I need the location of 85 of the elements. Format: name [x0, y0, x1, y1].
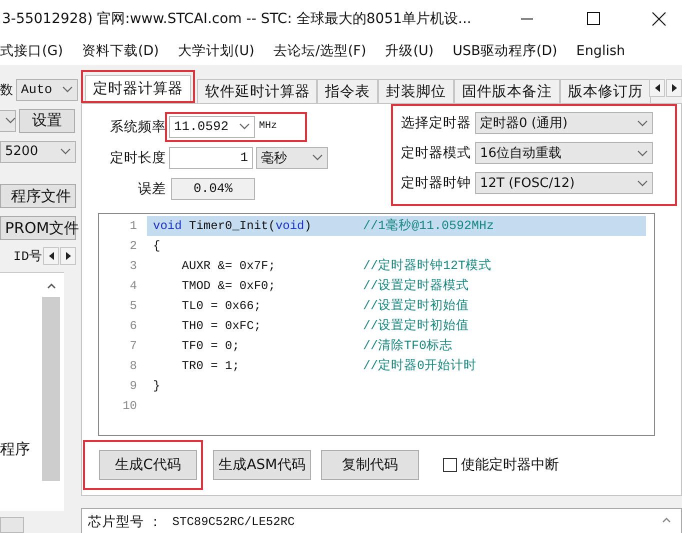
- open-eeprom-button[interactable]: PROM文件: [0, 216, 76, 240]
- tab[interactable]: 指令表: [317, 79, 378, 103]
- menu-item[interactable]: 大学计划(U): [178, 42, 254, 60]
- timer-select[interactable]: 16位自动重载: [475, 142, 653, 164]
- generate-button[interactable]: 复制代码: [321, 450, 419, 480]
- triangle-right-icon: [66, 252, 70, 260]
- checkbox[interactable]: [443, 458, 457, 472]
- field-label: 定时长度: [109, 148, 166, 166]
- triangle-left-icon: [48, 252, 54, 260]
- code-line: }: [152, 378, 162, 395]
- baud-select[interactable]: 5200: [0, 140, 76, 162]
- chevron-down-icon: [312, 154, 323, 161]
- generate-button[interactable]: 生成ASM代码: [213, 450, 311, 480]
- menu-item[interactable]: USB驱动程序(D): [452, 42, 558, 60]
- error-value: 0.04%: [171, 178, 255, 200]
- triangle-right-icon: [672, 84, 676, 92]
- line-number: 5: [128, 298, 138, 313]
- field-label: 系统频率: [109, 118, 166, 136]
- line-number: 4: [128, 278, 138, 293]
- field-label: 定时器时钟: [401, 174, 471, 192]
- line-number: 2: [128, 238, 138, 253]
- unit-select[interactable]: 毫秒: [256, 146, 328, 168]
- tab[interactable]: 固件版本备注: [454, 79, 560, 103]
- line-number: 8: [128, 358, 138, 373]
- field-label: 选择定时器: [401, 114, 471, 132]
- chevron-down-icon: [239, 123, 250, 130]
- chevron-down-icon: [62, 86, 73, 93]
- tab[interactable]: 封装脚位: [378, 79, 454, 103]
- menu-item[interactable]: 资料下载(D): [82, 42, 159, 60]
- field-label: 数: [0, 82, 13, 98]
- chevron-down-icon: [637, 150, 648, 156]
- menu-item[interactable]: English: [576, 43, 626, 59]
- code-line: AUXR &= 0x7F; //定时器时钟12T模式: [180, 258, 493, 276]
- line-number: 7: [128, 338, 138, 353]
- line-number: 1: [128, 218, 138, 233]
- field-label: 误差: [137, 180, 166, 198]
- list-box[interactable]: 程序: [0, 272, 64, 511]
- line-number: 6: [128, 318, 138, 333]
- chevron-down-icon: [5, 117, 16, 124]
- scroll-up-icon[interactable]: [662, 517, 671, 523]
- list-item[interactable]: 程序: [0, 440, 30, 459]
- timer-select[interactable]: 12T (FOSC/12): [475, 172, 653, 194]
- scroll-right-button[interactable]: [666, 79, 682, 97]
- timer-select[interactable]: 定时器0 (通用): [475, 112, 653, 134]
- line-number: 9: [128, 378, 138, 393]
- line-number: 10: [122, 398, 138, 413]
- window-title: 3-55012928) 官网:www.STCAI.com -- STC: 全球最大的8051单片机设...: [1, 10, 472, 28]
- field-label: 芯片型号 ：: [88, 513, 162, 531]
- dropdown[interactable]: [0, 110, 16, 132]
- line-number: 3: [128, 258, 138, 273]
- triangle-left-icon: [654, 84, 660, 92]
- chevron-up-icon: [46, 283, 56, 289]
- settings-button[interactable]: 设置: [19, 108, 75, 132]
- code-line: TR0 = 1; //定时器0开始计时: [180, 358, 478, 376]
- menu-item[interactable]: 去论坛/选型(F): [273, 42, 366, 60]
- scroll-right-button[interactable]: [60, 247, 76, 265]
- tab[interactable]: 软件延时计算器: [197, 79, 317, 103]
- code-line: TMOD &= 0xF0; //设置定时器模式: [180, 278, 470, 296]
- generate-button[interactable]: 生成C代码: [99, 450, 197, 480]
- code-line: TH0 = 0xFC; //设置定时初始值: [180, 318, 470, 336]
- chip-model: STC89C52RC/LE52RC: [172, 515, 295, 529]
- duration-field[interactable]: 1: [169, 146, 253, 168]
- menu-item[interactable]: 升级(U): [385, 42, 434, 60]
- chevron-down-icon: [637, 180, 648, 186]
- field-label: 定时器模式: [401, 144, 471, 162]
- menu-item[interactable]: 式接口(G): [0, 42, 63, 60]
- scroll-left-button[interactable]: [649, 79, 665, 97]
- maximize-icon: [586, 12, 600, 25]
- code-line: {: [152, 238, 162, 255]
- tab[interactable]: 版本修订历: [560, 79, 651, 103]
- open-program-button[interactable]: 程序文件: [0, 184, 76, 208]
- minimize-icon: [521, 18, 533, 20]
- checkbox-label: 使能定时器中断: [461, 456, 559, 474]
- chevron-down-icon: [637, 120, 648, 126]
- frequency-select[interactable]: 11.0592: [169, 116, 255, 138]
- tab[interactable]: 定时器计算器: [85, 75, 191, 101]
- code-editor[interactable]: 1 void Timer0_Init(void) //1毫秒@11.0592MHz 2 { 3 AUXR &= 0x7F; //定时器时钟12T模式 4 TMOD &= 0xF0; //设置定时器模式 5 TL0 = 0x66; //设置定时初始值 6 TH0 = 0xFC; //设置定时初始值 7 TF0 = 0; //清除TF0标志 8 TR0 = 1; //定时器0开始计时 9 } 10: [98, 212, 655, 436]
- code-line: TL0 = 0x66; //设置定时初始值: [180, 298, 470, 316]
- scroll-left-button[interactable]: [43, 247, 59, 265]
- close-icon: [652, 12, 666, 26]
- chevron-down-icon: [60, 148, 71, 155]
- count-select[interactable]: Auto: [16, 78, 78, 100]
- unit-label: MHz: [259, 121, 278, 132]
- field-label: ID号: [13, 248, 42, 265]
- code-line: TF0 = 0; //清除TF0标志: [180, 338, 454, 356]
